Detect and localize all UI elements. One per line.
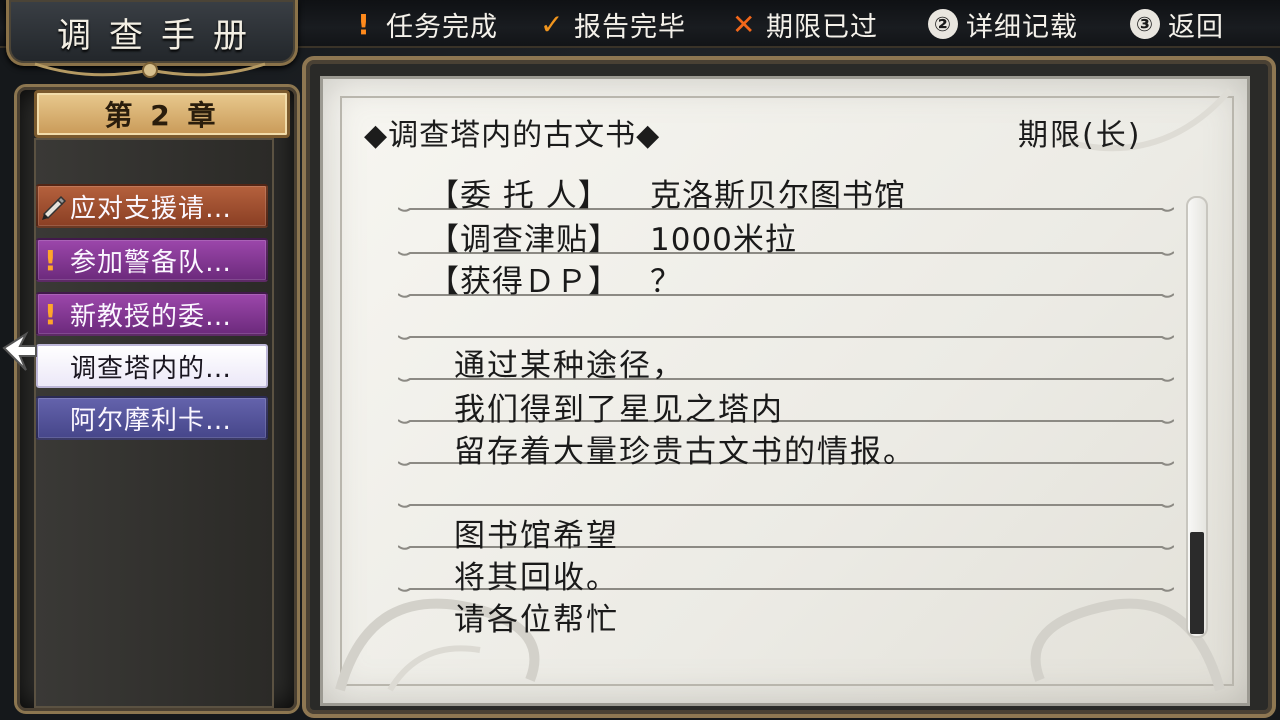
quest-deadline: 期限(长) xyxy=(1018,118,1142,153)
quest-label: 阿尔摩利卡… xyxy=(70,405,233,436)
quest-item-new-professor[interactable]: ! 新教授的委… xyxy=(36,292,268,336)
quest-item-armorica[interactable]: 阿尔摩利卡… xyxy=(36,396,268,440)
page-title: 调查手册 xyxy=(57,16,265,56)
button-2-icon: ② xyxy=(928,9,958,39)
description-line: 留存着大量珍贵古文书的情报。 xyxy=(454,434,916,470)
details-label: 详细记载 xyxy=(966,11,1078,43)
button-3-icon: ③ xyxy=(1130,9,1160,39)
client-label: 【委 托 人】 xyxy=(428,178,610,214)
details-button[interactable]: ② 详细记载 xyxy=(928,4,1078,44)
legend-label: 任务完成 xyxy=(386,11,498,43)
selection-cursor-icon xyxy=(2,331,37,371)
chapter-label: 第 2 章 xyxy=(34,90,290,138)
pencil-icon xyxy=(42,195,67,220)
description-line: 我们得到了星见之塔内 xyxy=(454,392,784,428)
quest-label: 调查塔内的… xyxy=(70,353,233,384)
quest-label: 新教授的委… xyxy=(70,301,233,332)
exclamation-icon: ! xyxy=(44,298,58,331)
legend-label: 报告完毕 xyxy=(574,11,686,43)
exclamation-icon: ! xyxy=(44,244,58,277)
back-label: 返回 xyxy=(1168,11,1224,43)
allowance-label: 【调查津贴】 xyxy=(428,222,620,258)
quest-title: ◆调查塔内的古文书◆ xyxy=(364,118,661,153)
exclamation-icon: ! xyxy=(357,7,371,41)
client-value: 克洛斯贝尔图书馆 xyxy=(650,178,906,214)
check-icon: ✓ xyxy=(540,7,565,41)
legend-expired: ✕ 期限已过 xyxy=(732,4,878,44)
cross-icon: ✕ xyxy=(732,7,757,41)
dp-label: 【获得ＤＰ】 xyxy=(428,264,620,300)
legend-task-complete: ! 任务完成 xyxy=(352,4,498,44)
ruled-line xyxy=(398,503,1174,508)
quest-label: 应对支援请… xyxy=(70,193,233,224)
ornament-icon xyxy=(34,62,266,78)
description-line: 将其回收。 xyxy=(454,560,619,596)
dp-value: ？ xyxy=(650,264,682,300)
title-plaque: 调查手册 xyxy=(6,0,298,66)
legend-label: 期限已过 xyxy=(766,11,878,43)
scrollbar-thumb[interactable] xyxy=(1190,532,1204,634)
quest-item-tower-documents[interactable]: 调查塔内的… xyxy=(36,344,268,388)
description-line: 图书馆希望 xyxy=(454,518,619,554)
description-line: 请各位帮忙 xyxy=(454,602,619,638)
description-line: 通过某种途径， xyxy=(454,348,685,384)
allowance-value: 1000米拉 xyxy=(650,222,797,258)
quest-item-guard-join[interactable]: ! 参加警备队… xyxy=(36,238,268,282)
quest-label: 参加警备队… xyxy=(70,247,233,278)
legend-report-done: ✓ 报告完毕 xyxy=(540,4,686,44)
back-button[interactable]: ③ 返回 xyxy=(1130,4,1224,44)
quest-item-support-request[interactable]: 应对支援请… xyxy=(36,184,268,228)
